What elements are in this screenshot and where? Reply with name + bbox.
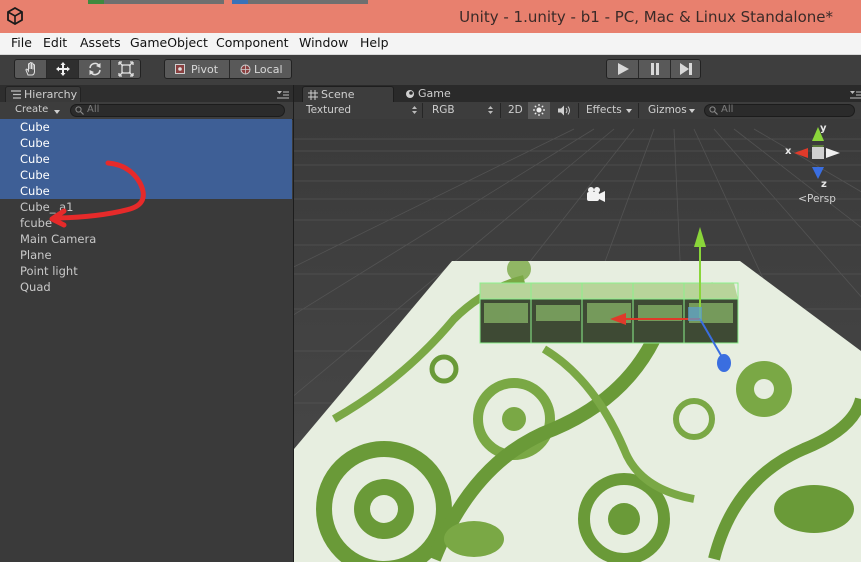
menu-window[interactable]: Window bbox=[299, 35, 348, 50]
scene-toolbar: Textured RGB 2D Effects Gizmos All bbox=[294, 102, 861, 120]
hierarchy-item-point-light[interactable]: Point light bbox=[0, 263, 292, 279]
shading-mode-dropdown[interactable]: Textured bbox=[306, 104, 351, 116]
menu-assets[interactable]: Assets bbox=[80, 35, 121, 50]
search-placeholder: All bbox=[87, 104, 100, 115]
hierarchy-toolbar: Create All bbox=[0, 102, 293, 120]
hierarchy-item-cube[interactable]: Cube bbox=[0, 151, 292, 167]
audio-icon[interactable] bbox=[558, 105, 572, 116]
gizmo-axis-y: y bbox=[820, 123, 827, 134]
move-icon bbox=[55, 62, 70, 76]
projection-chevron: < bbox=[798, 192, 808, 205]
sun-icon bbox=[533, 104, 545, 116]
tab-scene[interactable]: Scene bbox=[302, 86, 394, 102]
updown-icon bbox=[488, 106, 493, 114]
menu-bar: File Edit Assets GameObject Component Wi… bbox=[0, 33, 861, 55]
lighting-toggle[interactable] bbox=[528, 102, 550, 119]
hierarchy-item-main-camera[interactable]: Main Camera bbox=[0, 231, 292, 247]
taskbar-strip bbox=[232, 0, 248, 4]
menu-file[interactable]: File bbox=[11, 35, 32, 50]
chevron-down-icon bbox=[54, 110, 60, 114]
scene-search-placeholder: All bbox=[721, 104, 734, 115]
hierarchy-item-fcube[interactable]: fcube bbox=[0, 215, 292, 231]
separator bbox=[578, 103, 579, 118]
scene-tab-label: Scene bbox=[321, 88, 355, 101]
play-button[interactable] bbox=[607, 60, 638, 78]
separator bbox=[500, 103, 501, 118]
gizmo-axis-z: z bbox=[821, 179, 827, 190]
scale-icon bbox=[117, 61, 134, 77]
play-icon bbox=[617, 63, 629, 75]
step-icon bbox=[679, 63, 692, 75]
taskbar-strip bbox=[88, 0, 104, 4]
play-controls bbox=[606, 59, 701, 79]
local-icon bbox=[240, 64, 251, 75]
mode-2d-button[interactable]: 2D bbox=[508, 104, 523, 116]
game-tab-label: Game bbox=[418, 87, 451, 100]
transform-tools bbox=[14, 59, 141, 79]
hierarchy-item-cube-a1[interactable]: Cube_ a1 bbox=[0, 199, 292, 215]
gizmos-dropdown[interactable]: Gizmos bbox=[648, 104, 687, 116]
local-button[interactable]: Local bbox=[230, 60, 292, 78]
separator bbox=[638, 103, 639, 118]
pivot-icon bbox=[175, 64, 185, 74]
rotate-tool-button[interactable] bbox=[79, 60, 110, 78]
scene-render bbox=[294, 119, 861, 562]
step-button[interactable] bbox=[671, 60, 700, 78]
gizmo-axis-x: x bbox=[785, 146, 792, 157]
panel-menu-icon[interactable] bbox=[850, 91, 861, 99]
pause-button[interactable] bbox=[639, 60, 670, 78]
hierarchy-list: Cube Cube Cube Cube Cube Cube_ a1 fcube … bbox=[0, 119, 292, 295]
menu-component[interactable]: Component bbox=[216, 35, 289, 50]
scene-panel: Scene Game Textured RGB 2D Effects Gizmo… bbox=[294, 85, 861, 562]
hierarchy-item-cube[interactable]: Cube bbox=[0, 183, 292, 199]
game-icon bbox=[406, 90, 414, 98]
pivot-label: Pivot bbox=[191, 63, 219, 76]
search-icon bbox=[709, 106, 718, 115]
local-label: Local bbox=[254, 63, 283, 76]
toolbar: Pivot Local bbox=[0, 55, 861, 85]
list-icon bbox=[11, 90, 21, 99]
create-dropdown[interactable]: Create bbox=[15, 104, 48, 115]
rotate-icon bbox=[88, 62, 101, 76]
taskbar-strip bbox=[104, 0, 224, 4]
scene-tab-bar: Scene Game bbox=[294, 85, 861, 102]
grid-icon bbox=[308, 90, 318, 100]
menu-gameobject[interactable]: GameObject bbox=[130, 35, 208, 50]
menu-edit[interactable]: Edit bbox=[43, 35, 67, 50]
chevron-down-icon bbox=[626, 109, 632, 113]
hierarchy-search-input[interactable]: All bbox=[70, 104, 285, 117]
hierarchy-tab-label: Hierarchy bbox=[24, 88, 78, 101]
tab-game[interactable]: Game bbox=[400, 86, 480, 102]
tab-hierarchy[interactable]: Hierarchy bbox=[5, 86, 81, 102]
pause-icon bbox=[650, 63, 659, 75]
hierarchy-item-plane[interactable]: Plane bbox=[0, 247, 292, 263]
projection-label[interactable]: Persp bbox=[807, 193, 836, 205]
scene-search-input[interactable]: All bbox=[704, 104, 855, 117]
hierarchy-item-cube[interactable]: Cube bbox=[0, 167, 292, 183]
hierarchy-item-quad[interactable]: Quad bbox=[0, 279, 292, 295]
window-title: Unity - 1.unity - b1 - PC, Mac & Linux S… bbox=[459, 8, 833, 26]
pivot-local-group: Pivot Local bbox=[164, 59, 292, 79]
hand-tool-button[interactable] bbox=[15, 60, 46, 78]
hierarchy-panel: Hierarchy Create All Cube Cube Cube Cube… bbox=[0, 85, 294, 562]
search-icon bbox=[75, 106, 84, 115]
render-mode-dropdown[interactable]: RGB bbox=[432, 104, 455, 116]
chevron-down-icon bbox=[689, 109, 695, 113]
panel-menu-icon[interactable] bbox=[277, 91, 289, 99]
scale-tool-button[interactable] bbox=[111, 60, 140, 78]
taskbar-strip bbox=[248, 0, 368, 4]
hierarchy-item-cube[interactable]: Cube bbox=[0, 135, 292, 151]
hierarchy-tab-bar: Hierarchy bbox=[0, 85, 293, 102]
menu-help[interactable]: Help bbox=[360, 35, 389, 50]
separator bbox=[422, 103, 423, 118]
updown-icon bbox=[412, 106, 417, 114]
move-tool-button[interactable] bbox=[47, 60, 78, 78]
hierarchy-item-cube[interactable]: Cube bbox=[0, 119, 292, 135]
unity-logo-icon[interactable] bbox=[6, 7, 24, 25]
pivot-button[interactable]: Pivot bbox=[165, 60, 229, 78]
scene-viewport[interactable]: y x z < Persp bbox=[294, 119, 861, 562]
title-bar: Unity - 1.unity - b1 - PC, Mac & Linux S… bbox=[0, 0, 861, 33]
effects-dropdown[interactable]: Effects bbox=[586, 104, 622, 116]
hand-icon bbox=[24, 62, 35, 76]
